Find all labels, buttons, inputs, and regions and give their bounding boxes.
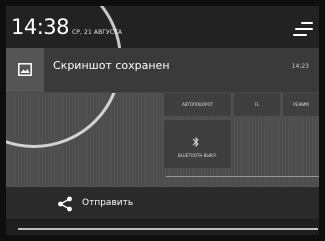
bluetooth-icon bbox=[192, 136, 199, 148]
quick-settings-button[interactable] bbox=[293, 21, 313, 37]
drag-handle[interactable] bbox=[18, 228, 318, 230]
tile-mode: РЕЖИМ bbox=[283, 92, 319, 116]
notification-title: Скриншот сохранен bbox=[53, 59, 170, 72]
settings-bar-icon bbox=[301, 22, 313, 24]
bottom-bar bbox=[6, 219, 319, 235]
notification-shade: 14:38 СР, 21 АВГУСТА АВТОПОВОРОТ FL РЕЖИ… bbox=[6, 6, 319, 235]
image-icon bbox=[18, 63, 32, 76]
brightness-line bbox=[166, 176, 319, 177]
tile-autorotate: АВТОПОВОРОТ bbox=[164, 92, 231, 116]
settings-bar-icon bbox=[293, 34, 307, 36]
share-icon bbox=[58, 196, 72, 212]
screenshot-notification[interactable]: Скриншот сохранен 14:23 bbox=[6, 48, 319, 93]
tile-fl: FL bbox=[234, 92, 280, 116]
notification-icon-box bbox=[6, 48, 44, 92]
share-action-row[interactable]: Отправить bbox=[6, 186, 319, 220]
tile-bluetooth: BLUETOOTH ВЫКЛ. bbox=[164, 120, 231, 168]
settings-bar-icon bbox=[295, 28, 313, 30]
quick-settings-background: АВТОПОВОРОТ FL РЕЖИМ BLUETOOTH ВЫКЛ. bbox=[6, 6, 319, 186]
share-button-label: Отправить bbox=[82, 198, 134, 208]
notification-time: 14:23 bbox=[291, 63, 309, 70]
